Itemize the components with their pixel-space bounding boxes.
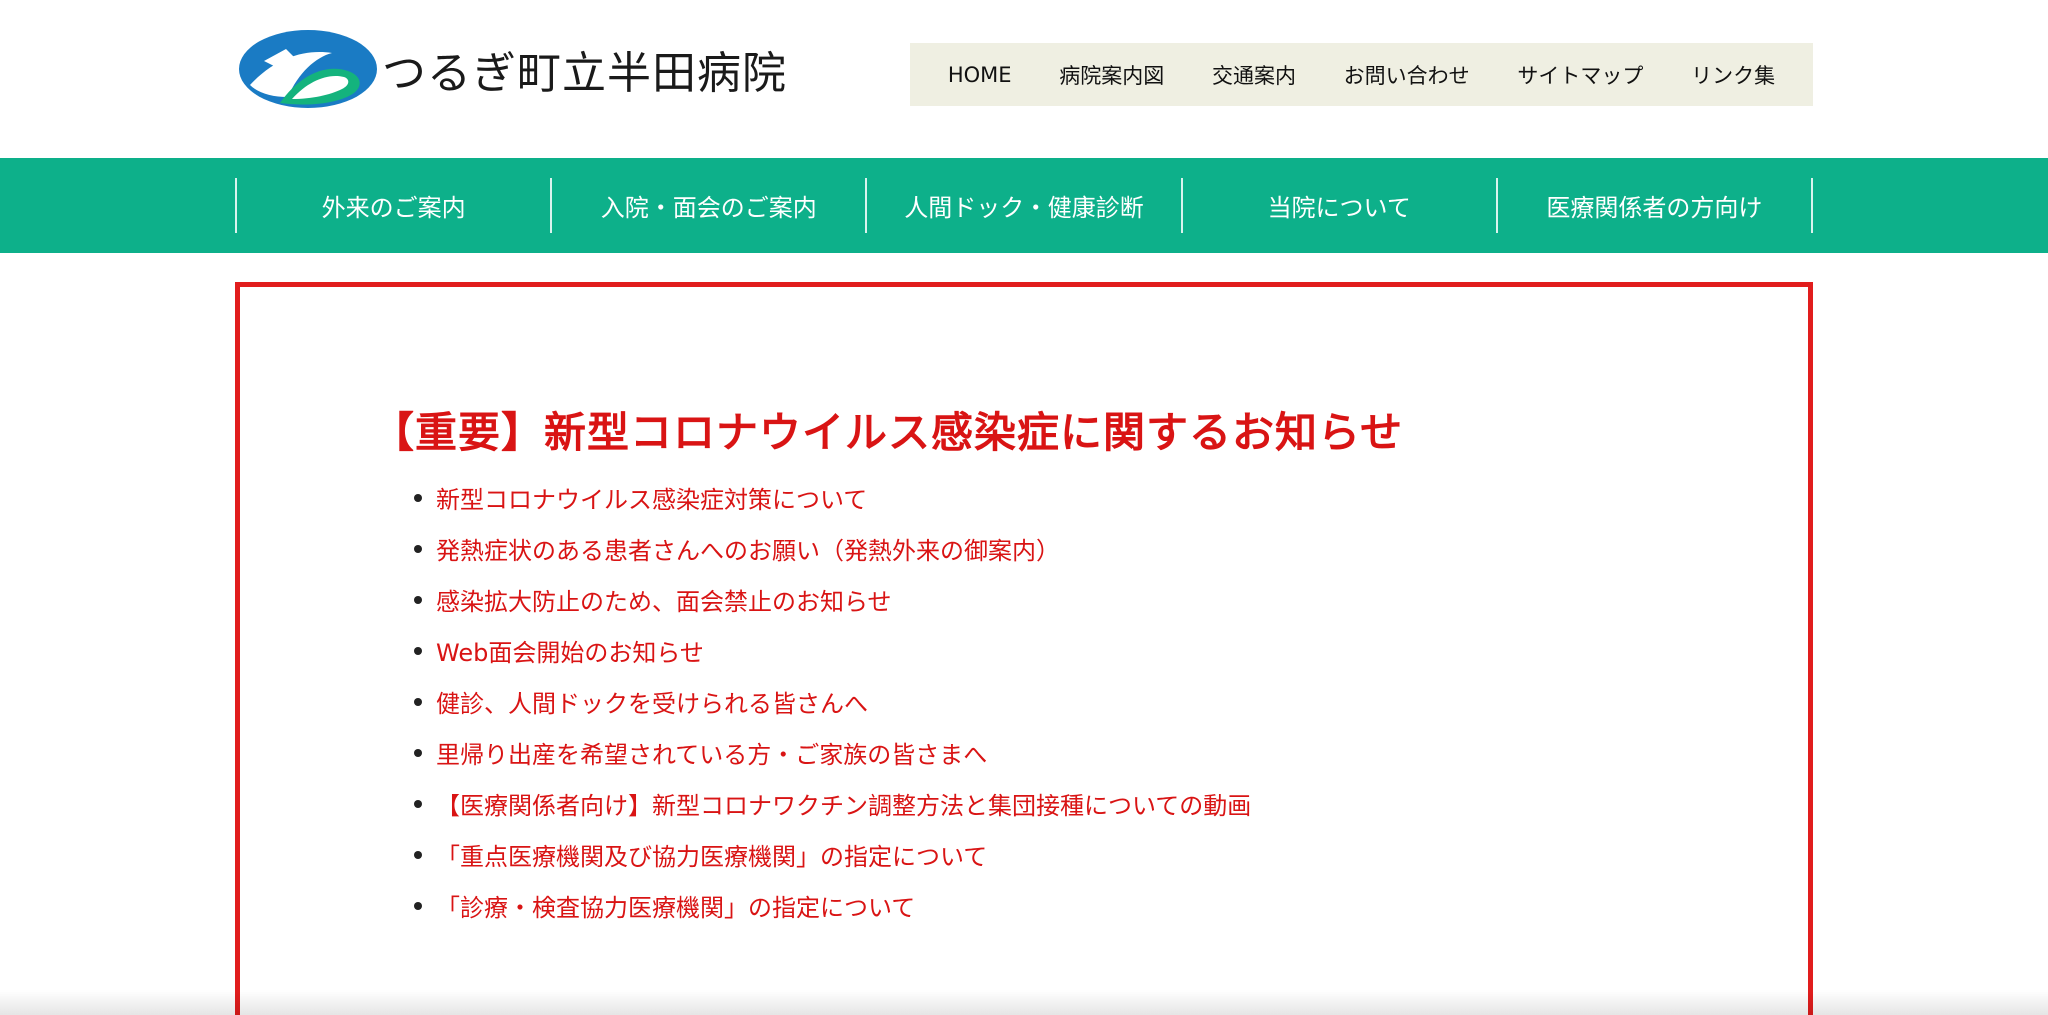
bullet-icon [414, 595, 422, 604]
util-nav-contact[interactable]: お問い合わせ [1344, 60, 1470, 90]
main-nav-outpatient[interactable]: 外来のご案内 [237, 178, 553, 233]
notice-link[interactable]: 発熱症状のある患者さんへのお願い（発熱外来の御案内） [436, 531, 1060, 566]
util-nav-sitemap[interactable]: サイトマップ [1517, 60, 1643, 90]
notice-list: 新型コロナウイルス感染症対策について 発熱症状のある患者さんへのお願い（発熱外来… [414, 472, 1251, 931]
main-nav-items: 外来のご案内 入院・面会のご案内 人間ドック・健康診断 当院について 医療関係者… [235, 178, 1814, 233]
list-item: 【医療関係者向け】新型コロナワクチン調整方法と集団接種についての動画 [414, 778, 1251, 829]
covid-notice-box: 【重要】新型コロナウイルス感染症に関するお知らせ 新型コロナウイルス感染症対策に… [235, 282, 1813, 1015]
bullet-icon [414, 850, 422, 859]
main-nav-medical-professionals[interactable]: 医療関係者の方向け [1498, 178, 1814, 233]
notice-link[interactable]: 「重点医療機関及び協力医療機関」の指定について [436, 837, 987, 872]
bullet-icon [414, 544, 422, 553]
util-nav-hospital-map[interactable]: 病院案内図 [1059, 60, 1164, 90]
list-item: Web面会開始のお知らせ [414, 625, 1251, 676]
site-logo[interactable]: つるぎ町立半田病院 [236, 24, 787, 114]
main-nav-inpatient[interactable]: 入院・面会のご案内 [552, 178, 868, 233]
bullet-icon [414, 799, 422, 808]
site-title: つるぎ町立半田病院 [382, 48, 787, 99]
list-item: 「診療・検査協力医療機関」の指定について [414, 880, 1251, 931]
bullet-icon [414, 748, 422, 757]
bullet-icon [414, 697, 422, 706]
notice-link[interactable]: 新型コロナウイルス感染症対策について [436, 480, 867, 515]
notice-title: 【重要】新型コロナウイルス感染症に関するお知らせ [372, 408, 1404, 457]
list-item: 里帰り出産を希望されている方・ご家族の皆さまへ [414, 727, 1251, 778]
main-nav-about[interactable]: 当院について [1183, 178, 1498, 233]
notice-link[interactable]: 感染拡大防止のため、面会禁止のお知らせ [436, 582, 892, 617]
notice-link[interactable]: 里帰り出産を希望されている方・ご家族の皆さまへ [436, 735, 987, 770]
util-nav-links[interactable]: リンク集 [1691, 60, 1775, 90]
list-item: 健診、人間ドックを受けられる皆さんへ [414, 676, 1251, 727]
list-item: 感染拡大防止のため、面会禁止のお知らせ [414, 574, 1251, 625]
bullet-icon [414, 901, 422, 910]
hospital-logo-icon [239, 30, 377, 108]
main-nav-health-checkup[interactable]: 人間ドック・健康診断 [867, 178, 1183, 233]
notice-link[interactable]: 【医療関係者向け】新型コロナワクチン調整方法と集団接種についての動画 [436, 786, 1251, 821]
main-nav: 外来のご案内 入院・面会のご案内 人間ドック・健康診断 当院について 医療関係者… [0, 158, 2048, 253]
list-item: 新型コロナウイルス感染症対策について [414, 472, 1251, 523]
notice-link[interactable]: 健診、人間ドックを受けられる皆さんへ [436, 684, 868, 719]
utility-nav: HOME 病院案内図 交通案内 お問い合わせ サイトマップ リンク集 [910, 43, 1813, 106]
bullet-icon [414, 646, 422, 655]
util-nav-home[interactable]: HOME [948, 63, 1012, 87]
bullet-icon [414, 493, 422, 502]
list-item: 「重点医療機関及び協力医療機関」の指定について [414, 829, 1251, 880]
list-item: 発熱症状のある患者さんへのお願い（発熱外来の御案内） [414, 523, 1251, 574]
notice-link[interactable]: 「診療・検査協力医療機関」の指定について [436, 888, 915, 923]
util-nav-access[interactable]: 交通案内 [1212, 60, 1296, 90]
site-header: つるぎ町立半田病院 HOME 病院案内図 交通案内 お問い合わせ サイトマップ … [0, 0, 2048, 158]
notice-link[interactable]: Web面会開始のお知らせ [436, 633, 704, 668]
